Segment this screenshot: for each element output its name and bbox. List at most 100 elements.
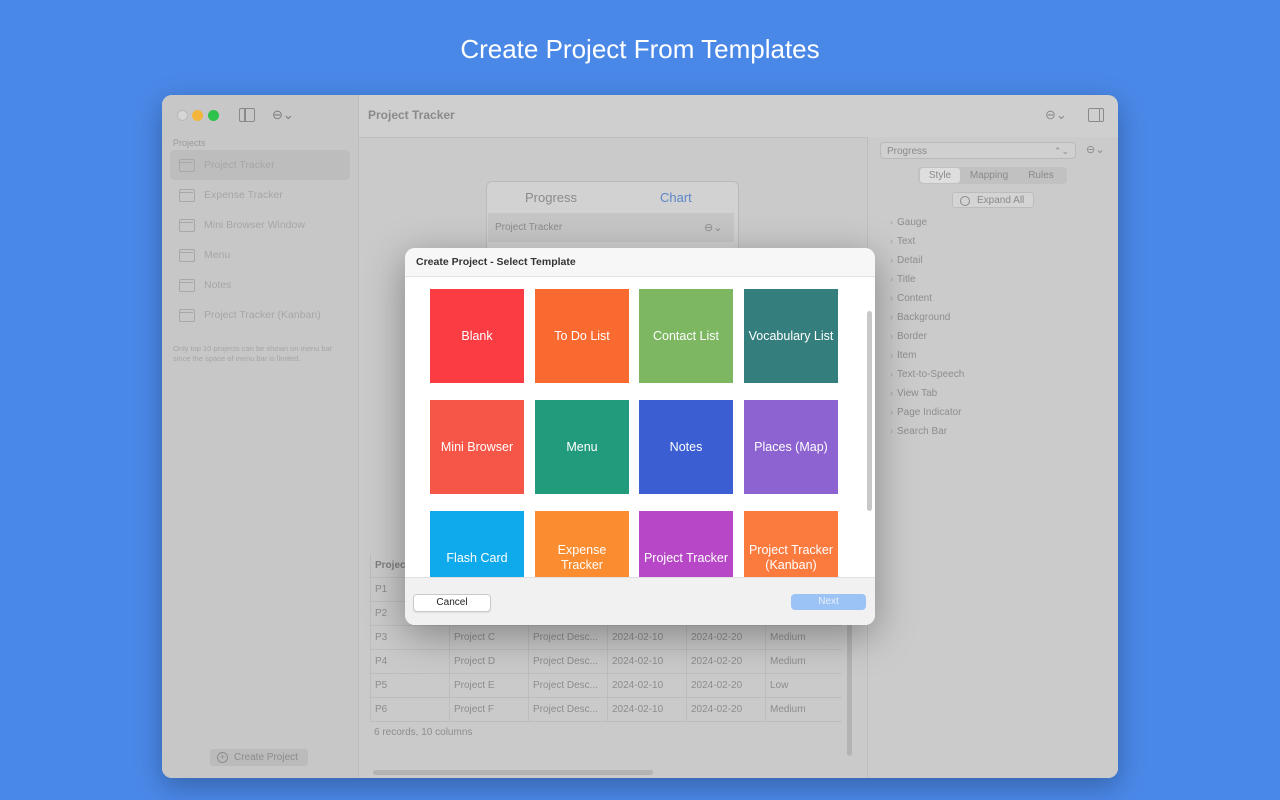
table-cell: Project Desc... (528, 650, 607, 673)
folder-icon (179, 249, 195, 262)
chevron-up-down-icon: ⌃⌄ (1053, 146, 1069, 156)
property-text[interactable]: › Text (890, 236, 915, 247)
template-tile-mini-browser[interactable]: Mini Browser (430, 400, 524, 494)
table-cell: Project Desc... (528, 626, 607, 649)
expand-all-button[interactable]: Expand All (952, 192, 1034, 208)
tab-style[interactable]: Style (920, 168, 960, 183)
chevron-right-icon: › (890, 388, 893, 398)
table-cell: P6 (370, 698, 449, 721)
sidebar-item-project-tracker[interactable]: Project Tracker (170, 150, 350, 180)
sidebar: ⊖⌄ Projects Project Tracker Expense Trac… (162, 95, 359, 778)
template-tile-menu[interactable]: Menu (535, 400, 629, 494)
chevron-right-icon: › (890, 350, 893, 360)
horizontal-scrollbar[interactable] (373, 770, 653, 775)
template-tile-project-tracker[interactable]: Project Tracker (639, 511, 733, 577)
property-item[interactable]: › Item (890, 350, 916, 361)
sidebar-toggle-icon[interactable] (239, 108, 255, 122)
ellipsis-circle-icon[interactable]: ⊖⌄ (704, 221, 722, 234)
template-tile-project-tracker-kanban[interactable]: Project Tracker (Kanban) (744, 511, 838, 577)
tab-chart[interactable]: Chart (660, 190, 692, 205)
tab-progress[interactable]: Progress (525, 190, 577, 205)
property-border[interactable]: › Border (890, 331, 927, 342)
sidebar-item-expense-tracker[interactable]: Expense Tracker (170, 180, 350, 210)
inspector-tabs: Style Mapping Rules (918, 167, 1067, 184)
ellipsis-circle-icon[interactable]: ⊖⌄ (272, 107, 294, 123)
preview-row: Project Tracker ⊖⌄ (488, 213, 734, 242)
folder-icon (179, 159, 195, 172)
template-tile-blank[interactable]: Blank (430, 289, 524, 383)
plus-icon: + (217, 752, 228, 763)
table-cell: 2024-02-10 (607, 626, 686, 649)
table-cell: Medium (765, 650, 842, 673)
table-cell: Project Desc... (528, 698, 607, 721)
table-cell: Medium (765, 698, 842, 721)
property-search-bar[interactable]: › Search Bar (890, 426, 947, 437)
dialog-title: Create Project - Select Template (416, 256, 576, 268)
ellipsis-circle-icon[interactable]: ⊖⌄ (1086, 143, 1104, 156)
create-project-button[interactable]: + Create Project (210, 749, 308, 766)
template-tile-contact-list[interactable]: Contact List (639, 289, 733, 383)
template-tile-to-do-list[interactable]: To Do List (535, 289, 629, 383)
next-button[interactable]: Next (791, 594, 866, 610)
table-row[interactable]: P3 Project C Project Desc... 2024-02-10 … (370, 626, 842, 650)
chevron-right-icon: › (890, 331, 893, 341)
cancel-button[interactable]: Cancel (413, 594, 491, 612)
dialog-footer: Cancel Next (405, 577, 875, 625)
property-gauge[interactable]: › Gauge (890, 217, 927, 228)
preview-row-name: Project Tracker (495, 222, 563, 233)
window-minimize-button[interactable] (192, 110, 203, 121)
property-page-indicator[interactable]: › Page Indicator (890, 407, 962, 418)
table-cell: 2024-02-10 (607, 674, 686, 697)
property-title[interactable]: › Title (890, 274, 916, 285)
sidebar-section-label: Projects (173, 138, 206, 148)
sidebar-right-icon[interactable] (1088, 108, 1104, 122)
inspector-panel: Progress ⌃⌄ ⊖⌄ Style Mapping Rules Expan… (867, 137, 1118, 778)
page-headline: Create Project From Templates (460, 34, 820, 64)
folder-icon (179, 219, 195, 232)
property-background[interactable]: › Background (890, 312, 950, 323)
table-cell: Project Desc... (528, 674, 607, 697)
table-cell: 2024-02-10 (607, 698, 686, 721)
chevron-right-icon: › (890, 217, 893, 227)
table-cell: Medium (765, 626, 842, 649)
template-tile-flash-card[interactable]: Flash Card (430, 511, 524, 577)
property-view-tab[interactable]: › View Tab (890, 388, 937, 399)
template-grid: Blank To Do List Contact List Vocabulary… (405, 277, 875, 577)
sidebar-item-menu[interactable]: Menu (170, 240, 350, 270)
tab-rules[interactable]: Rules (1018, 168, 1064, 183)
table-cell: P5 (370, 674, 449, 697)
sidebar-note: Only top 10 projects can be shown on men… (173, 344, 333, 363)
folder-icon (179, 309, 195, 322)
chevron-right-icon: › (890, 312, 893, 322)
sidebar-item-project-tracker-kanban[interactable]: Project Tracker (Kanban) (170, 300, 350, 330)
tab-mapping[interactable]: Mapping (962, 168, 1016, 183)
table-row[interactable]: P6 Project F Project Desc... 2024-02-10 … (370, 698, 842, 722)
table-cell: P4 (370, 650, 449, 673)
template-tile-notes[interactable]: Notes (639, 400, 733, 494)
ellipsis-circle-icon[interactable]: ⊖⌄ (1045, 107, 1067, 123)
property-content[interactable]: › Content (890, 293, 932, 304)
property-detail[interactable]: › Detail (890, 255, 923, 266)
table-cell: 2024-02-10 (607, 650, 686, 673)
window-zoom-button[interactable] (208, 110, 219, 121)
table-row[interactable]: P5 Project E Project Desc... 2024-02-10 … (370, 674, 842, 698)
sidebar-item-notes[interactable]: Notes (170, 270, 350, 300)
table-cell: 2024-02-20 (686, 674, 765, 697)
table-cell: Project E (449, 674, 528, 697)
property-text-to-speech[interactable]: › Text-to-Speech (890, 369, 964, 380)
table-cell: 2024-02-20 (686, 698, 765, 721)
chevron-right-icon: › (890, 426, 893, 436)
chevron-right-icon: › (890, 407, 893, 417)
template-tile-places-map[interactable]: Places (Map) (744, 400, 838, 494)
table-cell: Project D (449, 650, 528, 673)
table-cell: 2024-02-20 (686, 650, 765, 673)
component-select[interactable]: Progress ⌃⌄ (880, 142, 1076, 159)
table-row[interactable]: P4 Project D Project Desc... 2024-02-10 … (370, 650, 842, 674)
template-tile-expense-tracker[interactable]: Expense Tracker (535, 511, 629, 577)
template-tile-vocabulary-list[interactable]: Vocabulary List (744, 289, 838, 383)
dialog-scrollbar[interactable] (867, 311, 872, 511)
window-close-button[interactable] (177, 110, 188, 121)
window-title: Project Tracker (368, 108, 455, 122)
chevron-right-icon: › (890, 236, 893, 246)
sidebar-item-mini-browser-window[interactable]: Mini Browser Window (170, 210, 350, 240)
